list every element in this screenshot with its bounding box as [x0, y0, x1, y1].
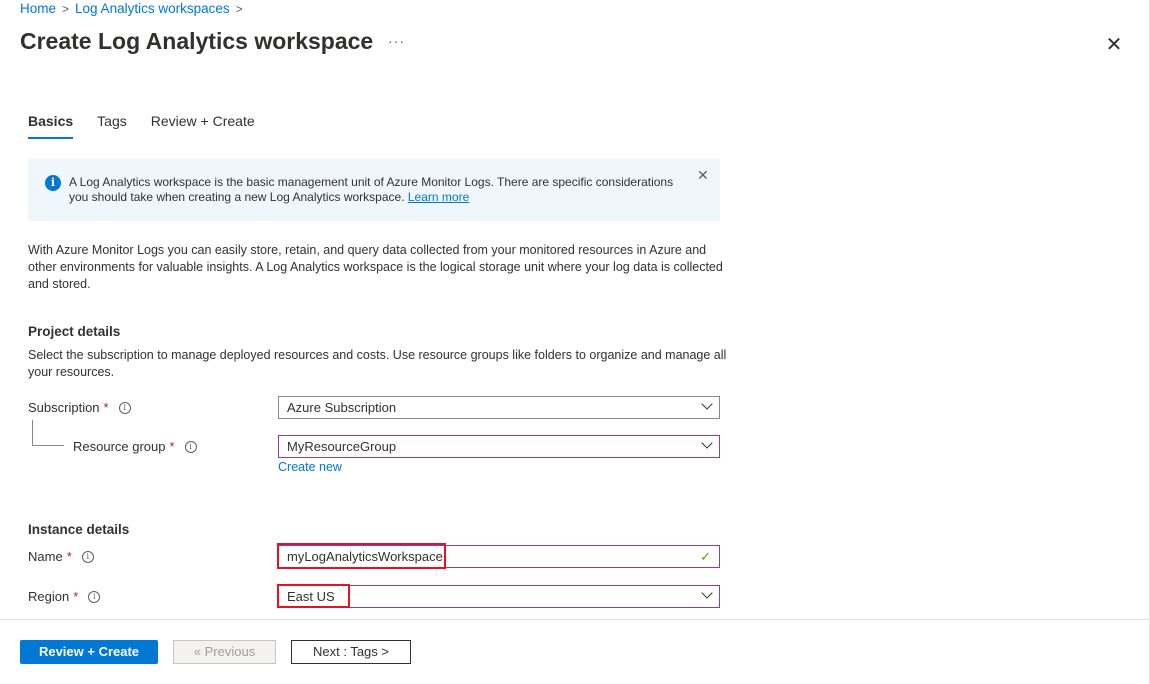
subscription-dropdown[interactable]: Azure Subscription: [278, 396, 720, 419]
breadcrumb-separator-icon: >: [235, 1, 243, 16]
resource-group-label-text: Resource group: [73, 439, 166, 454]
project-details-description: Select the subscription to manage deploy…: [28, 348, 727, 379]
resource-group-dropdown[interactable]: MyResourceGroup: [278, 435, 720, 458]
info-icon: i: [45, 175, 61, 191]
dismiss-banner-icon[interactable]: ✕: [697, 167, 709, 184]
info-banner-message: A Log Analytics workspace is the basic m…: [69, 175, 674, 204]
create-new-resource-group-link[interactable]: Create new: [278, 460, 342, 474]
footer-divider: [0, 619, 1150, 620]
project-details-heading: Project details: [28, 324, 121, 339]
close-icon[interactable]: ✕: [1104, 32, 1124, 57]
tab-tags[interactable]: Tags: [97, 113, 127, 139]
review-create-button[interactable]: Review + Create: [20, 640, 158, 664]
info-banner: i A Log Analytics workspace is the basic…: [28, 158, 720, 221]
required-marker: *: [73, 589, 79, 604]
breadcrumb: Home > Log Analytics workspaces >: [20, 1, 243, 16]
learn-more-link[interactable]: Learn more: [408, 190, 469, 204]
workspace-name-value: myLogAnalyticsWorkspace: [287, 549, 443, 564]
tree-connector: [32, 420, 64, 446]
next-tags-button[interactable]: Next : Tags >: [291, 640, 411, 664]
intro-description: With Azure Monitor Logs you can easily s…: [28, 243, 723, 291]
workspace-name-input[interactable]: myLogAnalyticsWorkspace ✓: [278, 545, 720, 568]
region-label-text: Region: [28, 589, 70, 604]
required-marker: *: [169, 439, 175, 454]
checkmark-icon: ✓: [700, 549, 711, 564]
required-marker: *: [66, 549, 72, 564]
previous-button[interactable]: « Previous: [173, 640, 276, 664]
info-banner-text: A Log Analytics workspace is the basic m…: [69, 175, 679, 205]
info-tooltip-icon[interactable]: i: [118, 401, 131, 414]
chevron-down-icon: [701, 587, 713, 599]
name-label-text: Name: [28, 549, 63, 564]
more-options-icon[interactable]: ···: [388, 33, 405, 49]
resource-group-label: Resource group * i: [73, 439, 197, 454]
instance-details-heading: Instance details: [28, 522, 130, 537]
tab-basics[interactable]: Basics: [28, 113, 74, 139]
required-marker: *: [103, 400, 109, 415]
subscription-label: Subscription * i: [28, 400, 131, 415]
subscription-label-text: Subscription: [28, 400, 100, 415]
breadcrumb-home[interactable]: Home: [20, 1, 56, 16]
breadcrumb-separator-icon: >: [62, 1, 70, 16]
chevron-down-icon: [701, 398, 713, 410]
tab-review-create[interactable]: Review + Create: [151, 113, 255, 139]
name-label: Name * i: [28, 549, 94, 564]
page-title: Create Log Analytics workspace: [20, 28, 374, 54]
region-value: East US: [287, 589, 335, 604]
info-tooltip-icon[interactable]: i: [88, 590, 101, 603]
breadcrumb-log-analytics-workspaces[interactable]: Log Analytics workspaces: [75, 1, 230, 16]
info-tooltip-icon[interactable]: i: [184, 440, 197, 453]
subscription-value: Azure Subscription: [287, 400, 397, 415]
tab-list: Basics Tags Review + Create: [28, 113, 255, 139]
info-tooltip-icon[interactable]: i: [81, 550, 94, 563]
chevron-down-icon: [701, 437, 713, 449]
region-label: Region * i: [28, 589, 101, 604]
region-dropdown[interactable]: East US: [278, 585, 720, 608]
resource-group-value: MyResourceGroup: [287, 439, 397, 454]
